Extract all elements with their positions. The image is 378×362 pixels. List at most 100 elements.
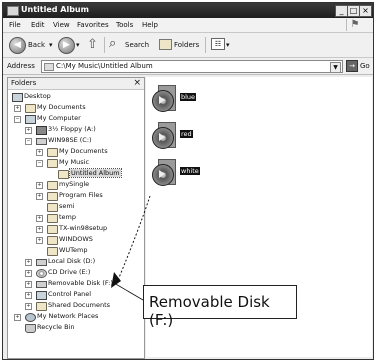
- menu-tools[interactable]: Tools: [116, 21, 133, 29]
- menu-bar: File Edit View Favorites Tools Help ⚑: [3, 18, 373, 33]
- network-icon: [25, 313, 36, 322]
- callout-label: Removable Disk (F:): [149, 293, 270, 329]
- folder-icon: [47, 148, 58, 157]
- back-dropdown-icon[interactable]: ▾: [49, 41, 53, 49]
- expand-icon[interactable]: +: [36, 215, 43, 222]
- expand-icon[interactable]: +: [25, 292, 32, 299]
- tree-label: Control Panel: [48, 290, 92, 298]
- menu-help[interactable]: Help: [142, 21, 158, 29]
- address-dropdown-icon[interactable]: ▼: [330, 62, 341, 73]
- tree-label: temp: [59, 213, 77, 221]
- address-value[interactable]: C:\My Music\Untitled Album: [56, 62, 153, 70]
- folders-pane-title: Folders: [11, 79, 37, 87]
- file-name: red: [180, 130, 193, 138]
- file-item[interactable]: white: [152, 159, 200, 189]
- forward-dropdown-icon[interactable]: ▾: [76, 41, 80, 49]
- expand-icon[interactable]: +: [14, 105, 21, 112]
- tree-label: My Computer: [37, 114, 81, 122]
- expand-icon[interactable]: +: [36, 182, 43, 189]
- tree-label: Program Files: [59, 191, 103, 199]
- menu-file[interactable]: File: [9, 21, 21, 29]
- media-file-icon: [152, 85, 176, 113]
- address-bar: Address C:\My Music\Untitled Album ▼ → G…: [3, 58, 373, 75]
- search-icon[interactable]: ⌕: [109, 36, 116, 51]
- folder-icon: [7, 6, 19, 16]
- forward-arrow-icon[interactable]: ▶: [58, 37, 75, 54]
- tree-label: Local Disk (D:): [48, 257, 96, 265]
- file-item[interactable]: blue: [152, 85, 197, 115]
- tree-label: My Music: [59, 158, 90, 166]
- expand-icon[interactable]: +: [25, 281, 32, 288]
- tree-label: mySingle: [59, 180, 90, 188]
- zoom-callout: Removable Disk (F:): [143, 285, 297, 329]
- close-button[interactable]: ×: [359, 5, 372, 17]
- back-arrow-icon[interactable]: ◀: [9, 37, 26, 54]
- cd-drive-icon: [36, 269, 47, 278]
- folders-pane: Folders × Desktop + My Documents − My Co…: [7, 77, 145, 359]
- tree-label: My Network Places: [37, 312, 99, 320]
- go-button-label[interactable]: Go: [360, 62, 370, 70]
- folder-icon: [47, 203, 58, 212]
- tree-label: CD Drive (E:): [48, 268, 91, 276]
- expand-icon[interactable]: +: [14, 314, 21, 321]
- expand-icon[interactable]: +: [36, 193, 43, 200]
- tree-label: Shared Documents: [48, 301, 111, 309]
- menu-favorites[interactable]: Favorites: [77, 21, 109, 29]
- tree-label: Recycle Bin: [37, 323, 75, 331]
- window-title: Untitled Album: [21, 5, 89, 14]
- folders-pane-close-button[interactable]: ×: [133, 78, 141, 88]
- title-bar: Untitled Album _ □ ×: [3, 3, 373, 18]
- up-folder-icon[interactable]: ⇧: [87, 37, 98, 52]
- collapse-icon[interactable]: −: [14, 116, 21, 123]
- hard-drive-icon: [36, 138, 47, 145]
- tree-label: My Documents: [59, 147, 108, 155]
- tree-label: WUTemp: [59, 246, 88, 254]
- views-icon[interactable]: ☷: [211, 38, 225, 50]
- media-file-icon: [152, 159, 176, 187]
- folder-icon: [47, 214, 58, 223]
- folder-icon: [25, 104, 36, 113]
- folders-icon[interactable]: [159, 39, 172, 50]
- address-input[interactable]: C:\My Music\Untitled Album ▼: [41, 60, 343, 73]
- tree-label: 3½ Floppy (A:): [48, 125, 96, 133]
- computer-icon: [25, 115, 36, 124]
- back-button-label[interactable]: Back: [28, 41, 45, 49]
- folders-pane-header: Folders ×: [8, 78, 144, 90]
- folders-button-label[interactable]: Folders: [174, 41, 199, 49]
- collapse-icon[interactable]: −: [25, 138, 32, 145]
- windows-logo-icon: ⚑: [346, 19, 363, 31]
- toolbar-separator: [104, 37, 105, 53]
- recycle-bin-icon: [25, 324, 36, 333]
- folder-icon: [47, 236, 58, 245]
- menu-view[interactable]: View: [53, 21, 70, 29]
- expand-icon[interactable]: +: [36, 226, 43, 233]
- go-arrow-icon[interactable]: →: [346, 60, 358, 72]
- address-label: Address: [7, 62, 35, 70]
- tree-label: WINDOWS: [59, 235, 93, 243]
- folder-icon: [47, 247, 58, 256]
- toolbar-separator: [205, 37, 206, 53]
- floppy-icon: [36, 126, 47, 135]
- search-button-label[interactable]: Search: [125, 41, 149, 49]
- tree-label: Desktop: [24, 92, 51, 100]
- expand-icon[interactable]: +: [25, 259, 32, 266]
- desktop-icon: [12, 93, 23, 102]
- folder-icon: [36, 302, 47, 311]
- file-name: white: [180, 167, 200, 175]
- file-item[interactable]: red: [152, 122, 193, 152]
- views-dropdown-icon[interactable]: ▾: [226, 41, 230, 49]
- expand-icon[interactable]: +: [36, 149, 43, 156]
- hard-drive-icon: [36, 259, 47, 266]
- file-name: blue: [180, 93, 197, 101]
- expand-icon[interactable]: +: [25, 270, 32, 277]
- control-panel-icon: [36, 291, 47, 300]
- toolbar: ◀ Back ▾ ▶ ▾ ⇧ ⌕ Search Folders ☷ ▾: [3, 33, 373, 58]
- expand-icon[interactable]: +: [25, 303, 32, 310]
- folder-icon: [47, 181, 58, 190]
- folder-icon: [47, 159, 58, 168]
- expand-icon[interactable]: +: [36, 237, 43, 244]
- folder-icon: [47, 225, 58, 234]
- expand-icon[interactable]: +: [25, 127, 32, 134]
- menu-edit[interactable]: Edit: [31, 21, 45, 29]
- collapse-icon[interactable]: −: [36, 160, 43, 167]
